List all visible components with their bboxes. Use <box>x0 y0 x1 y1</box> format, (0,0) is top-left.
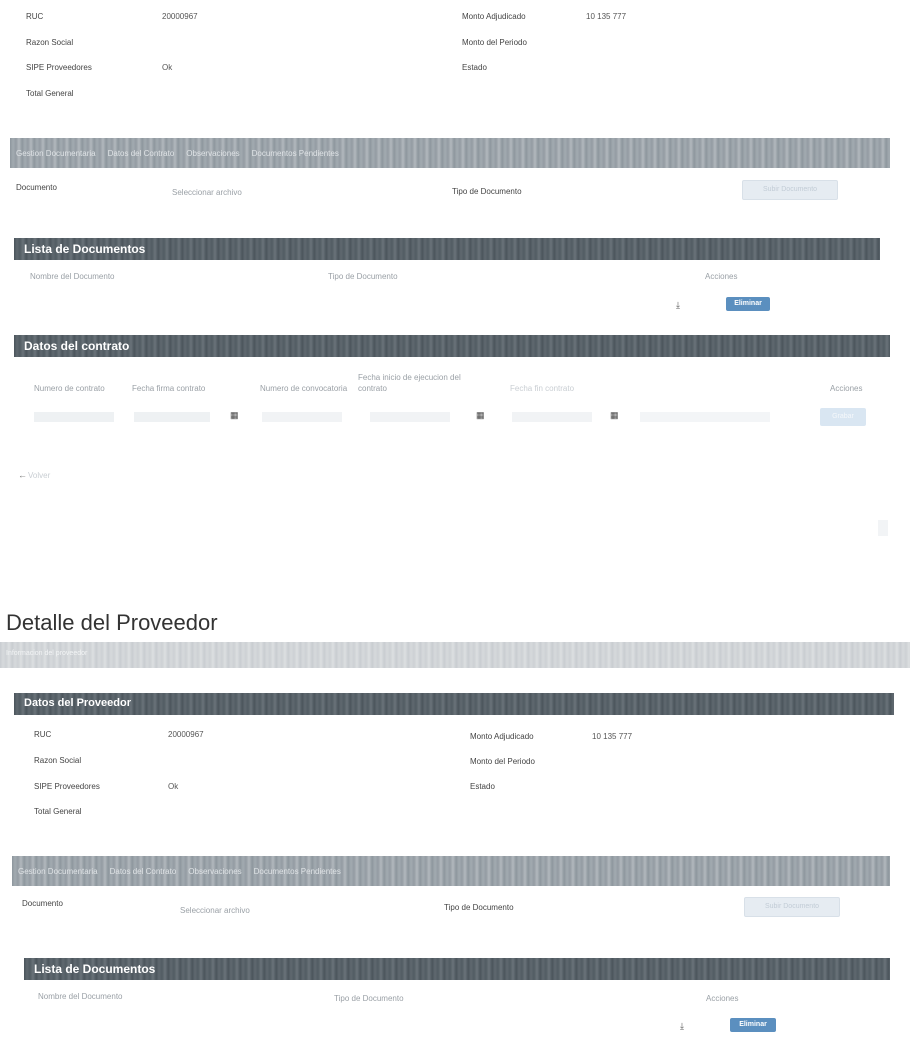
fecha-firma-input[interactable] <box>134 412 210 422</box>
numero-convocatoria-input[interactable] <box>262 412 342 422</box>
select-file-button[interactable]: Seleccionar archivo <box>180 906 250 915</box>
numero-contrato-input[interactable] <box>34 412 114 422</box>
col-acciones-contrato: Acciones <box>830 384 863 393</box>
provider-title: Datos del Proveedor <box>24 697 131 709</box>
col-acciones: Acciones <box>705 272 738 281</box>
tab-documentos-pendientes[interactable]: Documentos Pendientes <box>252 149 339 158</box>
tab-observaciones[interactable]: Observaciones <box>188 867 241 876</box>
ruc-label: RUC <box>26 12 44 21</box>
contract-title: Datos del contrato <box>24 339 130 353</box>
col-fecha-inicio: Fecha inicio de ejecucion del contrato <box>358 373 461 393</box>
tab-datos-contrato[interactable]: Datos del Contrato <box>110 867 177 876</box>
tab-gestion-documentaria[interactable]: Gestion Documentaria <box>16 149 96 158</box>
scroll-to-top-button[interactable] <box>878 520 888 536</box>
arrow-left-icon[interactable]: ← <box>18 471 27 480</box>
sipe-label: SIPE Proveedores <box>26 63 92 72</box>
calendar-icon[interactable]: ▦ <box>476 411 485 420</box>
provider-sipe-label: SIPE Proveedores <box>34 782 100 791</box>
tipo-documento-label: Tipo de Documento <box>444 903 514 912</box>
estado-label: Estado <box>462 63 487 72</box>
provider-ruc-value: 20000967 <box>168 730 204 739</box>
fecha-fin-input[interactable] <box>512 412 592 422</box>
bottom-tab-bar: Gestion Documentaria Datos del Contrato … <box>12 856 890 886</box>
monto-periodo-label: Monto del Periodo <box>462 38 527 47</box>
upload-document-button[interactable]: Subir Documento <box>744 897 840 917</box>
bottom-doc-list-header: Lista de Documentos <box>24 958 890 980</box>
calendar-icon[interactable]: ▦ <box>610 411 619 420</box>
provider-header: Datos del Proveedor <box>14 693 894 715</box>
provider-razon-social-label: Razon Social <box>34 756 82 765</box>
tab-documentos-pendientes[interactable]: Documentos Pendientes <box>254 867 341 876</box>
download-icon[interactable]: ⤓ <box>680 1022 684 1031</box>
col-fecha-firma: Fecha firma contrato <box>132 384 206 393</box>
tipo-documento-label: Tipo de Documento <box>452 187 522 196</box>
fecha-inicio-input[interactable] <box>370 412 450 422</box>
delete-document-button[interactable]: Eliminar <box>730 1018 776 1032</box>
col-tipo-documento: Tipo de Documento <box>334 994 404 1003</box>
col-nombre-documento: Nombre del Documento <box>38 992 123 1001</box>
fecha-conformidad-input[interactable] <box>640 412 770 422</box>
documento-label: Documento <box>22 899 63 908</box>
doc-list-title: Lista de Documentos <box>24 242 146 256</box>
subtitle-bar: Informacion del proveedor <box>0 642 910 668</box>
upload-document-button[interactable]: Subir Documento <box>742 180 838 200</box>
provider-monto-periodo-label: Monto del Periodo <box>470 757 535 766</box>
razon-social-label: Razon Social <box>26 38 74 47</box>
provider-total-label: Total General <box>34 807 82 816</box>
select-file-button[interactable]: Seleccionar archivo <box>172 188 242 197</box>
provider-monto-adjudicado-value: 10 135 777 <box>592 732 633 741</box>
top-doc-list-header: Lista de Documentos <box>14 238 880 260</box>
col-nombre-documento: Nombre del Documento <box>30 272 115 281</box>
top-tab-bar: Gestion Documentaria Datos del Contrato … <box>10 138 890 168</box>
subtitle-text: Informacion del proveedor <box>6 650 88 657</box>
page-title: Detalle del Proveedor <box>6 610 218 635</box>
delete-document-button[interactable]: Eliminar <box>726 297 770 311</box>
doc-list-title: Lista de Documentos <box>34 962 156 976</box>
col-numero-convocatoria: Numero de convocatoria <box>260 384 348 393</box>
col-acciones: Acciones <box>706 994 739 1003</box>
back-link[interactable]: Volver <box>28 471 50 480</box>
col-fecha-fin: Fecha fin contrato <box>510 384 575 393</box>
ruc-value: 20000967 <box>162 12 198 21</box>
contract-header: Datos del contrato <box>14 335 890 357</box>
save-contract-button[interactable]: Grabar <box>820 408 866 426</box>
col-tipo-documento: Tipo de Documento <box>328 272 398 281</box>
provider-estado-label: Estado <box>470 782 495 791</box>
tab-datos-contrato[interactable]: Datos del Contrato <box>108 149 175 158</box>
monto-adjudicado-label: Monto Adjudicado <box>462 12 526 21</box>
sipe-value: Ok <box>162 63 173 72</box>
calendar-icon[interactable]: ▦ <box>230 411 239 420</box>
download-icon[interactable]: ⤓ <box>676 301 680 310</box>
total-label: Total General <box>26 89 74 98</box>
documento-label: Documento <box>16 183 57 192</box>
tab-observaciones[interactable]: Observaciones <box>186 149 239 158</box>
provider-monto-adjudicado-label: Monto Adjudicado <box>470 732 534 741</box>
tab-gestion-documentaria[interactable]: Gestion Documentaria <box>18 867 98 876</box>
provider-ruc-label: RUC <box>34 730 52 739</box>
col-numero-contrato: Numero de contrato <box>34 384 105 393</box>
monto-adjudicado-value: 10 135 777 <box>586 12 627 21</box>
provider-sipe-value: Ok <box>168 782 179 791</box>
